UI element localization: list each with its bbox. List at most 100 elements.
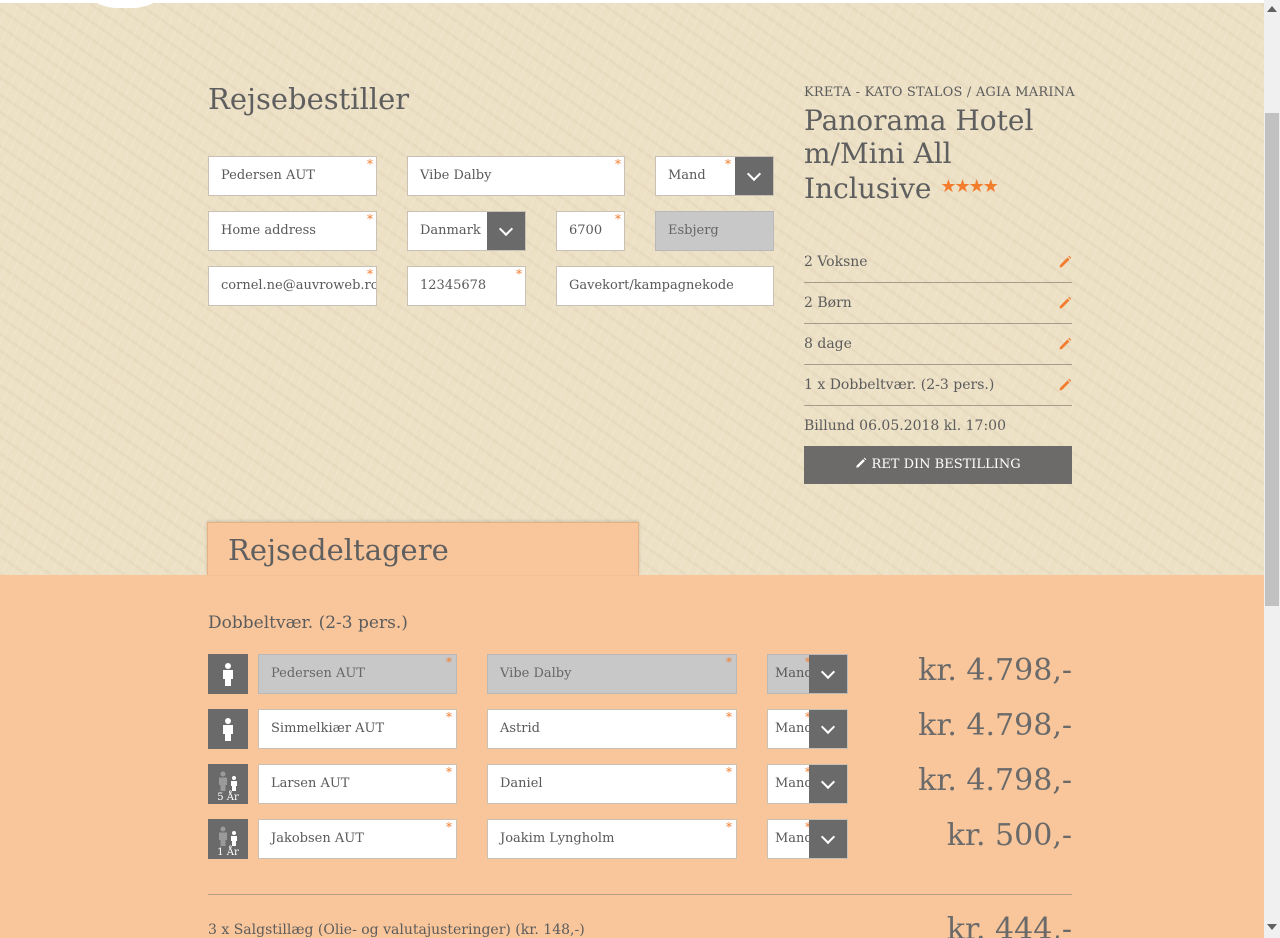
participant-first-name-value: Daniel — [500, 776, 543, 791]
hotel-title: Panorama Hotel m/Mini All Inclusive — [804, 104, 1034, 205]
participant-gender-select[interactable]: Mand * — [767, 709, 848, 749]
summary-row-label: 8 dage — [804, 336, 852, 352]
summary-row-adults: 2 Voksne — [804, 242, 1072, 283]
adult-icon — [208, 709, 248, 749]
summary-row-label: 2 Børn — [804, 295, 852, 311]
booker-first-name-value: Vibe Dalby — [420, 168, 492, 183]
pencil-icon[interactable] — [1058, 255, 1072, 269]
required-mark: * — [367, 157, 373, 171]
surcharge-label: 3 x Salgstillæg (Olie- og valutajusterin… — [208, 922, 585, 938]
participants-section — [0, 575, 1264, 938]
divider — [208, 894, 1072, 895]
summary-row-label: 2 Voksne — [804, 254, 868, 270]
booker-address-field[interactable]: Home address * — [208, 211, 377, 251]
participant-price: kr. 4.798,- — [918, 763, 1072, 798]
participant-gender-select[interactable]: Mand * — [767, 764, 848, 804]
booker-gender-value: Mand — [668, 168, 706, 183]
participant-first-name-value: Vibe Dalby — [500, 666, 572, 681]
edit-booking-label: RET DIN BESTILLING — [871, 457, 1021, 472]
booker-city-field: Esbjerg — [655, 211, 774, 251]
summary-row-label: 1 x Dobbeltvær. (2-3 pers.) — [804, 377, 995, 393]
participant-last-name-field[interactable]: Simmelkiær AUT * — [258, 709, 457, 749]
required-mark: * — [446, 765, 452, 779]
required-mark: * — [446, 655, 452, 669]
destination-label: KRETA - KATO STALOS / AGIA MARINA — [804, 85, 1075, 100]
chevron-down-icon[interactable] — [809, 820, 847, 858]
booker-first-name-field[interactable]: Vibe Dalby * — [407, 156, 625, 196]
booker-email-value: cornel.ne@auvroweb.ro — [221, 278, 377, 293]
giftcard-input[interactable]: Gavekort/kampagnekode — [556, 266, 774, 306]
summary-row-children: 2 Børn — [804, 283, 1072, 324]
participant-gender-select[interactable]: Mand * — [767, 819, 848, 859]
booker-country-select[interactable]: Danmark — [407, 211, 526, 251]
participant-last-name-field[interactable]: Jakobsen AUT * — [258, 819, 457, 859]
summary-row-duration: 8 dage — [804, 324, 1072, 365]
participant-first-name-field[interactable]: Astrid * — [487, 709, 737, 749]
required-mark: * — [726, 710, 732, 724]
participant-first-name-value: Astrid — [500, 721, 540, 736]
participant-last-name-field: Pedersen AUT * — [258, 654, 457, 694]
participants-title: Rejsedeltagere — [228, 533, 449, 567]
edit-booking-button[interactable]: RET DIN BESTILLING — [804, 446, 1072, 484]
pencil-icon — [856, 457, 867, 468]
participant-price: kr. 4.798,- — [918, 653, 1072, 688]
booker-zip-field[interactable]: 6700 * — [556, 211, 625, 251]
surcharge-price: kr. 444,- — [946, 912, 1072, 938]
summary-row-room: 1 x Dobbeltvær. (2-3 pers.) — [804, 365, 1072, 406]
required-mark: * — [615, 212, 621, 226]
booker-email-field[interactable]: cornel.ne@auvroweb.ro * — [208, 266, 377, 306]
required-mark: * — [726, 655, 732, 669]
summary-row-label: Billund 06.05.2018 kl. 17:00 — [804, 418, 1006, 434]
booker-country-value: Danmark — [420, 223, 481, 238]
booker-city-value: Esbjerg — [668, 223, 719, 238]
booker-last-name-value: Pedersen AUT — [221, 168, 315, 183]
chevron-down-icon[interactable] — [735, 157, 773, 195]
required-mark: * — [725, 157, 731, 171]
giftcard-placeholder: Gavekort/kampagnekode — [569, 278, 734, 293]
page-scrollbar[interactable] — [1264, 0, 1280, 938]
required-mark: * — [516, 267, 522, 281]
participant-last-name-value: Pedersen AUT — [271, 666, 365, 681]
participant-last-name-value: Simmelkiær AUT — [271, 721, 385, 736]
participant-price: kr. 500,- — [946, 818, 1072, 853]
participant-first-name-value: Joakim Lyngholm — [500, 831, 615, 846]
child-icon: 1 År — [208, 819, 248, 859]
required-mark: * — [615, 157, 621, 171]
required-mark: * — [726, 820, 732, 834]
scrollbar-thumb[interactable] — [1265, 113, 1279, 606]
chevron-down-icon[interactable] — [487, 212, 525, 250]
adult-icon — [208, 654, 248, 694]
participant-last-name-value: Jakobsen AUT — [271, 831, 364, 846]
header-strip — [0, 0, 1264, 3]
chevron-down-icon[interactable] — [809, 655, 847, 693]
pencil-icon[interactable] — [1058, 296, 1072, 310]
booker-address-value: Home address — [221, 223, 316, 238]
scroll-down-icon[interactable] — [1267, 924, 1277, 930]
pencil-icon[interactable] — [1058, 337, 1072, 351]
participant-last-name-field[interactable]: Larsen AUT * — [258, 764, 457, 804]
required-mark: * — [446, 710, 452, 724]
booker-phone-value: 12345678 — [420, 278, 487, 293]
booker-last-name-field[interactable]: Pedersen AUT * — [208, 156, 377, 196]
summary-row-departure: Billund 06.05.2018 kl. 17:00 — [804, 406, 1072, 447]
hotel-name: Panorama Hotel m/Mini All Inclusive ★★★★ — [804, 104, 1064, 205]
participant-first-name-field[interactable]: Joakim Lyngholm * — [487, 819, 737, 859]
child-age-label: 1 År — [217, 847, 239, 858]
participant-last-name-value: Larsen AUT — [271, 776, 350, 791]
star-rating-icon: ★★★★ — [940, 176, 999, 197]
pencil-icon[interactable] — [1058, 378, 1072, 392]
booker-phone-field[interactable]: 12345678 * — [407, 266, 526, 306]
required-mark: * — [446, 820, 452, 834]
child-age-label: 5 År — [217, 792, 239, 803]
booker-gender-select[interactable]: Mand * — [655, 156, 774, 196]
participant-gender-select[interactable]: Mand * — [767, 654, 848, 694]
scroll-up-icon[interactable] — [1267, 6, 1277, 12]
participant-price: kr. 4.798,- — [918, 708, 1072, 743]
participant-first-name-field[interactable]: Daniel * — [487, 764, 737, 804]
room-title: Dobbeltvær. (2-3 pers.) — [208, 613, 408, 633]
required-mark: * — [367, 212, 373, 226]
booker-title: Rejsebestiller — [208, 82, 410, 116]
chevron-down-icon[interactable] — [809, 710, 847, 748]
chevron-down-icon[interactable] — [809, 765, 847, 803]
participant-first-name-field: Vibe Dalby * — [487, 654, 737, 694]
